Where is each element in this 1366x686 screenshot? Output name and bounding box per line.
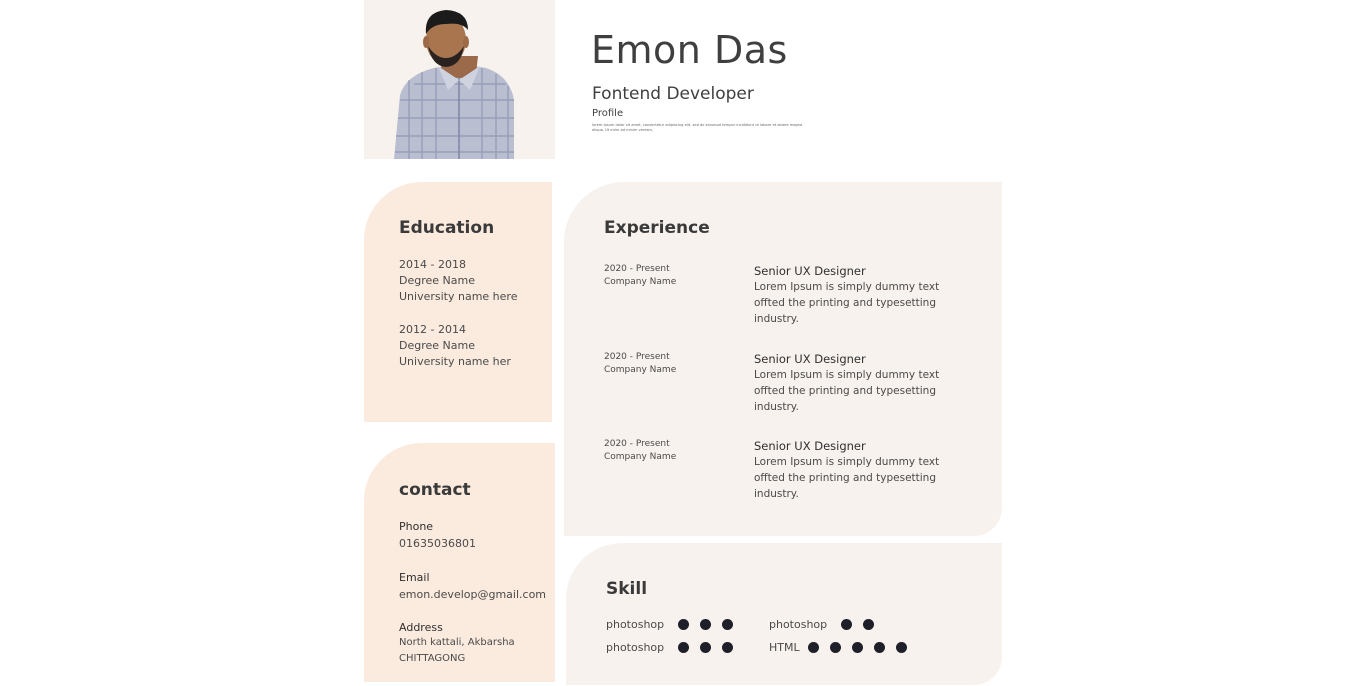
experience-title: Experience: [604, 218, 710, 238]
skill-name: HTML: [769, 641, 800, 654]
skill-dot: [722, 642, 733, 653]
skill-dot: [678, 642, 689, 653]
job-title: Senior UX Designer: [754, 264, 866, 278]
skill-dot: [863, 619, 874, 630]
address-line: CHITTAGONG: [399, 653, 466, 664]
education-degree: Degree Name: [399, 274, 475, 287]
education-degree: Degree Name: [399, 339, 475, 352]
skill-title: Skill: [606, 579, 648, 599]
skill-dot: [841, 619, 852, 630]
skill-level: [678, 619, 733, 630]
job-company: Company Name: [604, 277, 677, 287]
job-title: Senior UX Designer: [754, 439, 866, 453]
job-description: Lorem Ipsum is simply dummy text offted …: [754, 281, 940, 325]
contact-card: contact Phone 01635036801 Email emon.dev…: [364, 443, 555, 682]
education-years: 2014 - 2018: [399, 258, 466, 271]
experience-card: Experience 2020 - Present Company Name S…: [564, 182, 1002, 536]
skill-name: photoshop: [769, 618, 828, 631]
job-title: Senior UX Designer: [754, 352, 866, 366]
skill-dot: [722, 619, 733, 630]
phone-label: Phone: [399, 520, 434, 533]
job-company: Company Name: [604, 365, 677, 375]
job-period: 2020 - Present: [604, 439, 670, 449]
job-period: 2020 - Present: [604, 352, 670, 362]
skill-dot: [678, 619, 689, 630]
skill-dot: [700, 642, 711, 653]
address-line: North kattali, Akbarsha: [399, 637, 515, 648]
skill-level: [808, 642, 907, 653]
skill-level: [841, 619, 874, 630]
resume-page: Emon Das Fontend Developer Profile lorem…: [0, 0, 1366, 686]
email-value: emon.develop@gmail.com: [399, 588, 547, 601]
education-years: 2012 - 2014: [399, 323, 466, 336]
skill-dot: [874, 642, 885, 653]
person-name: Emon Das: [591, 28, 788, 72]
skill-dot: [808, 642, 819, 653]
skill-card: Skill photoshop photoshop photoshop HTML: [566, 543, 1002, 685]
skill-dot: [830, 642, 841, 653]
profile-label: Profile: [592, 108, 624, 119]
skill-dot: [852, 642, 863, 653]
education-title: Education: [399, 218, 495, 238]
job-company: Company Name: [604, 452, 677, 462]
skill-level: [678, 642, 733, 653]
skill-name: photoshop: [606, 641, 665, 654]
phone-value: 01635036801: [399, 537, 476, 550]
address-label: Address: [399, 621, 443, 634]
skill-dot: [700, 619, 711, 630]
job-description: Lorem Ipsum is simply dummy text offted …: [754, 456, 940, 500]
contact-title: contact: [399, 480, 471, 500]
education-university: University name here: [399, 290, 518, 303]
skill-name: photoshop: [606, 618, 665, 631]
education-card: Education 2014 - 2018 Degree Name Univer…: [364, 182, 552, 422]
job-description: Lorem Ipsum is simply dummy text offted …: [754, 369, 940, 413]
skill-dot: [896, 642, 907, 653]
profile-text: lorem ipsum dolor sit amet, consectetur …: [592, 123, 803, 132]
job-role: Fontend Developer: [592, 84, 754, 104]
email-label: Email: [399, 571, 430, 584]
profile-photo: [364, 0, 555, 159]
job-period: 2020 - Present: [604, 264, 670, 274]
education-university: University name her: [399, 355, 511, 368]
